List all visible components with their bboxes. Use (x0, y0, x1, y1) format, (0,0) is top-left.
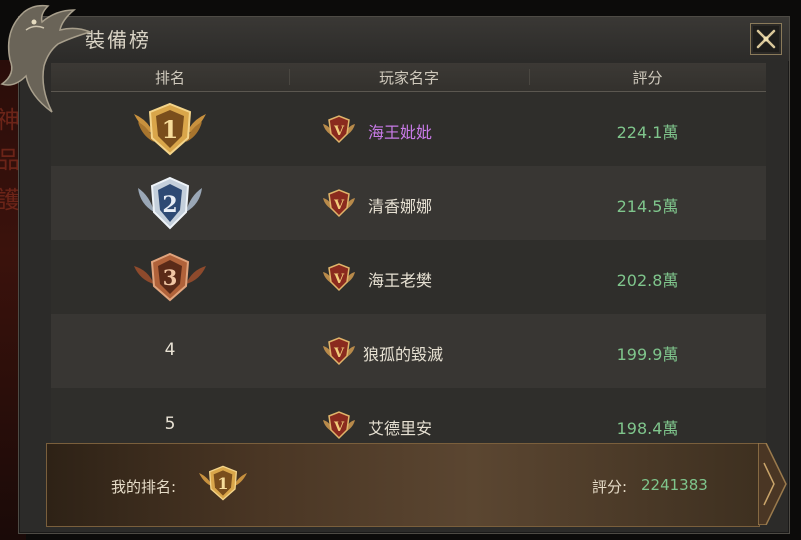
my-rank-label: 我的排名: (111, 478, 177, 496)
player-name[interactable]: 艾德里安 (368, 415, 432, 439)
my-rank-medal-icon: 1 (199, 465, 247, 501)
player-name[interactable]: 清香娜娜 (368, 193, 432, 217)
silver-medal-icon: 2 (138, 176, 202, 230)
gold-medal-icon: 1 (134, 102, 206, 156)
table-row[interactable]: 3 V 海王老樊 202.8萬 (51, 240, 766, 314)
svg-text:V: V (333, 272, 345, 287)
player-score: 202.8萬 (616, 271, 679, 290)
my-score-label: 評分: (592, 478, 628, 496)
vip-crown-badge-icon: V (323, 263, 355, 292)
rank-cell: 3 (51, 240, 289, 314)
vip-crown-badge-icon: V (323, 189, 355, 218)
rank-cell: 2 (51, 166, 289, 240)
my-score-value: 2241383 (641, 476, 708, 494)
bronze-medal-icon: 3 (134, 252, 206, 302)
header-score: 評分 (632, 69, 663, 87)
svg-text:3: 3 (163, 265, 178, 290)
player-score: 214.5萬 (616, 197, 679, 216)
background-glyph: 品 (0, 146, 20, 174)
svg-text:V: V (333, 124, 345, 139)
rank-number: 4 (164, 340, 176, 360)
player-score: 199.9萬 (616, 345, 679, 364)
svg-text:V: V (333, 198, 345, 213)
table-row[interactable]: 1 V 海王妣妣 224.1萬 (51, 92, 766, 166)
player-score: 224.1萬 (616, 123, 679, 142)
title-bar: 裝備榜 (19, 17, 789, 61)
close-button[interactable] (750, 23, 782, 55)
svg-text:V: V (333, 420, 345, 435)
player-score: 198.4萬 (616, 419, 679, 438)
vip-crown-badge-icon: V (323, 411, 355, 440)
svg-text:1: 1 (162, 115, 179, 144)
table-row[interactable]: 4 V 狼孤的毀滅 199.9萬 (51, 314, 766, 388)
vip-crown-badge-icon: V (323, 337, 355, 366)
dragon-emblem-icon (0, 4, 93, 113)
table-row[interactable]: 2 V 清香娜娜 214.5萬 (51, 166, 766, 240)
rank-number: 5 (164, 414, 176, 434)
close-x-icon (756, 29, 776, 49)
my-rank-bar: 我的排名: 1 評分: 2241383 (46, 443, 787, 527)
player-name[interactable]: 狼孤的毀滅 (363, 341, 443, 365)
player-name[interactable]: 海王妣妣 (368, 119, 432, 143)
background-glyph: 護 (0, 186, 20, 214)
bar-arrow-decoration (758, 443, 787, 525)
vip-crown-badge-icon: V (323, 115, 355, 144)
header-player-name: 玩家名字 (378, 69, 439, 87)
table-header: 排名 玩家名字 評分 (51, 63, 766, 92)
ranking-panel: 裝備榜 排名 玩家名字 評分 1 V 海王妣妣 224.1萬 2 V 清香娜娜 … (18, 16, 790, 534)
svg-text:2: 2 (162, 192, 177, 218)
player-name[interactable]: 海王老樊 (368, 267, 432, 291)
svg-text:1: 1 (217, 474, 228, 493)
svg-text:V: V (333, 346, 345, 361)
